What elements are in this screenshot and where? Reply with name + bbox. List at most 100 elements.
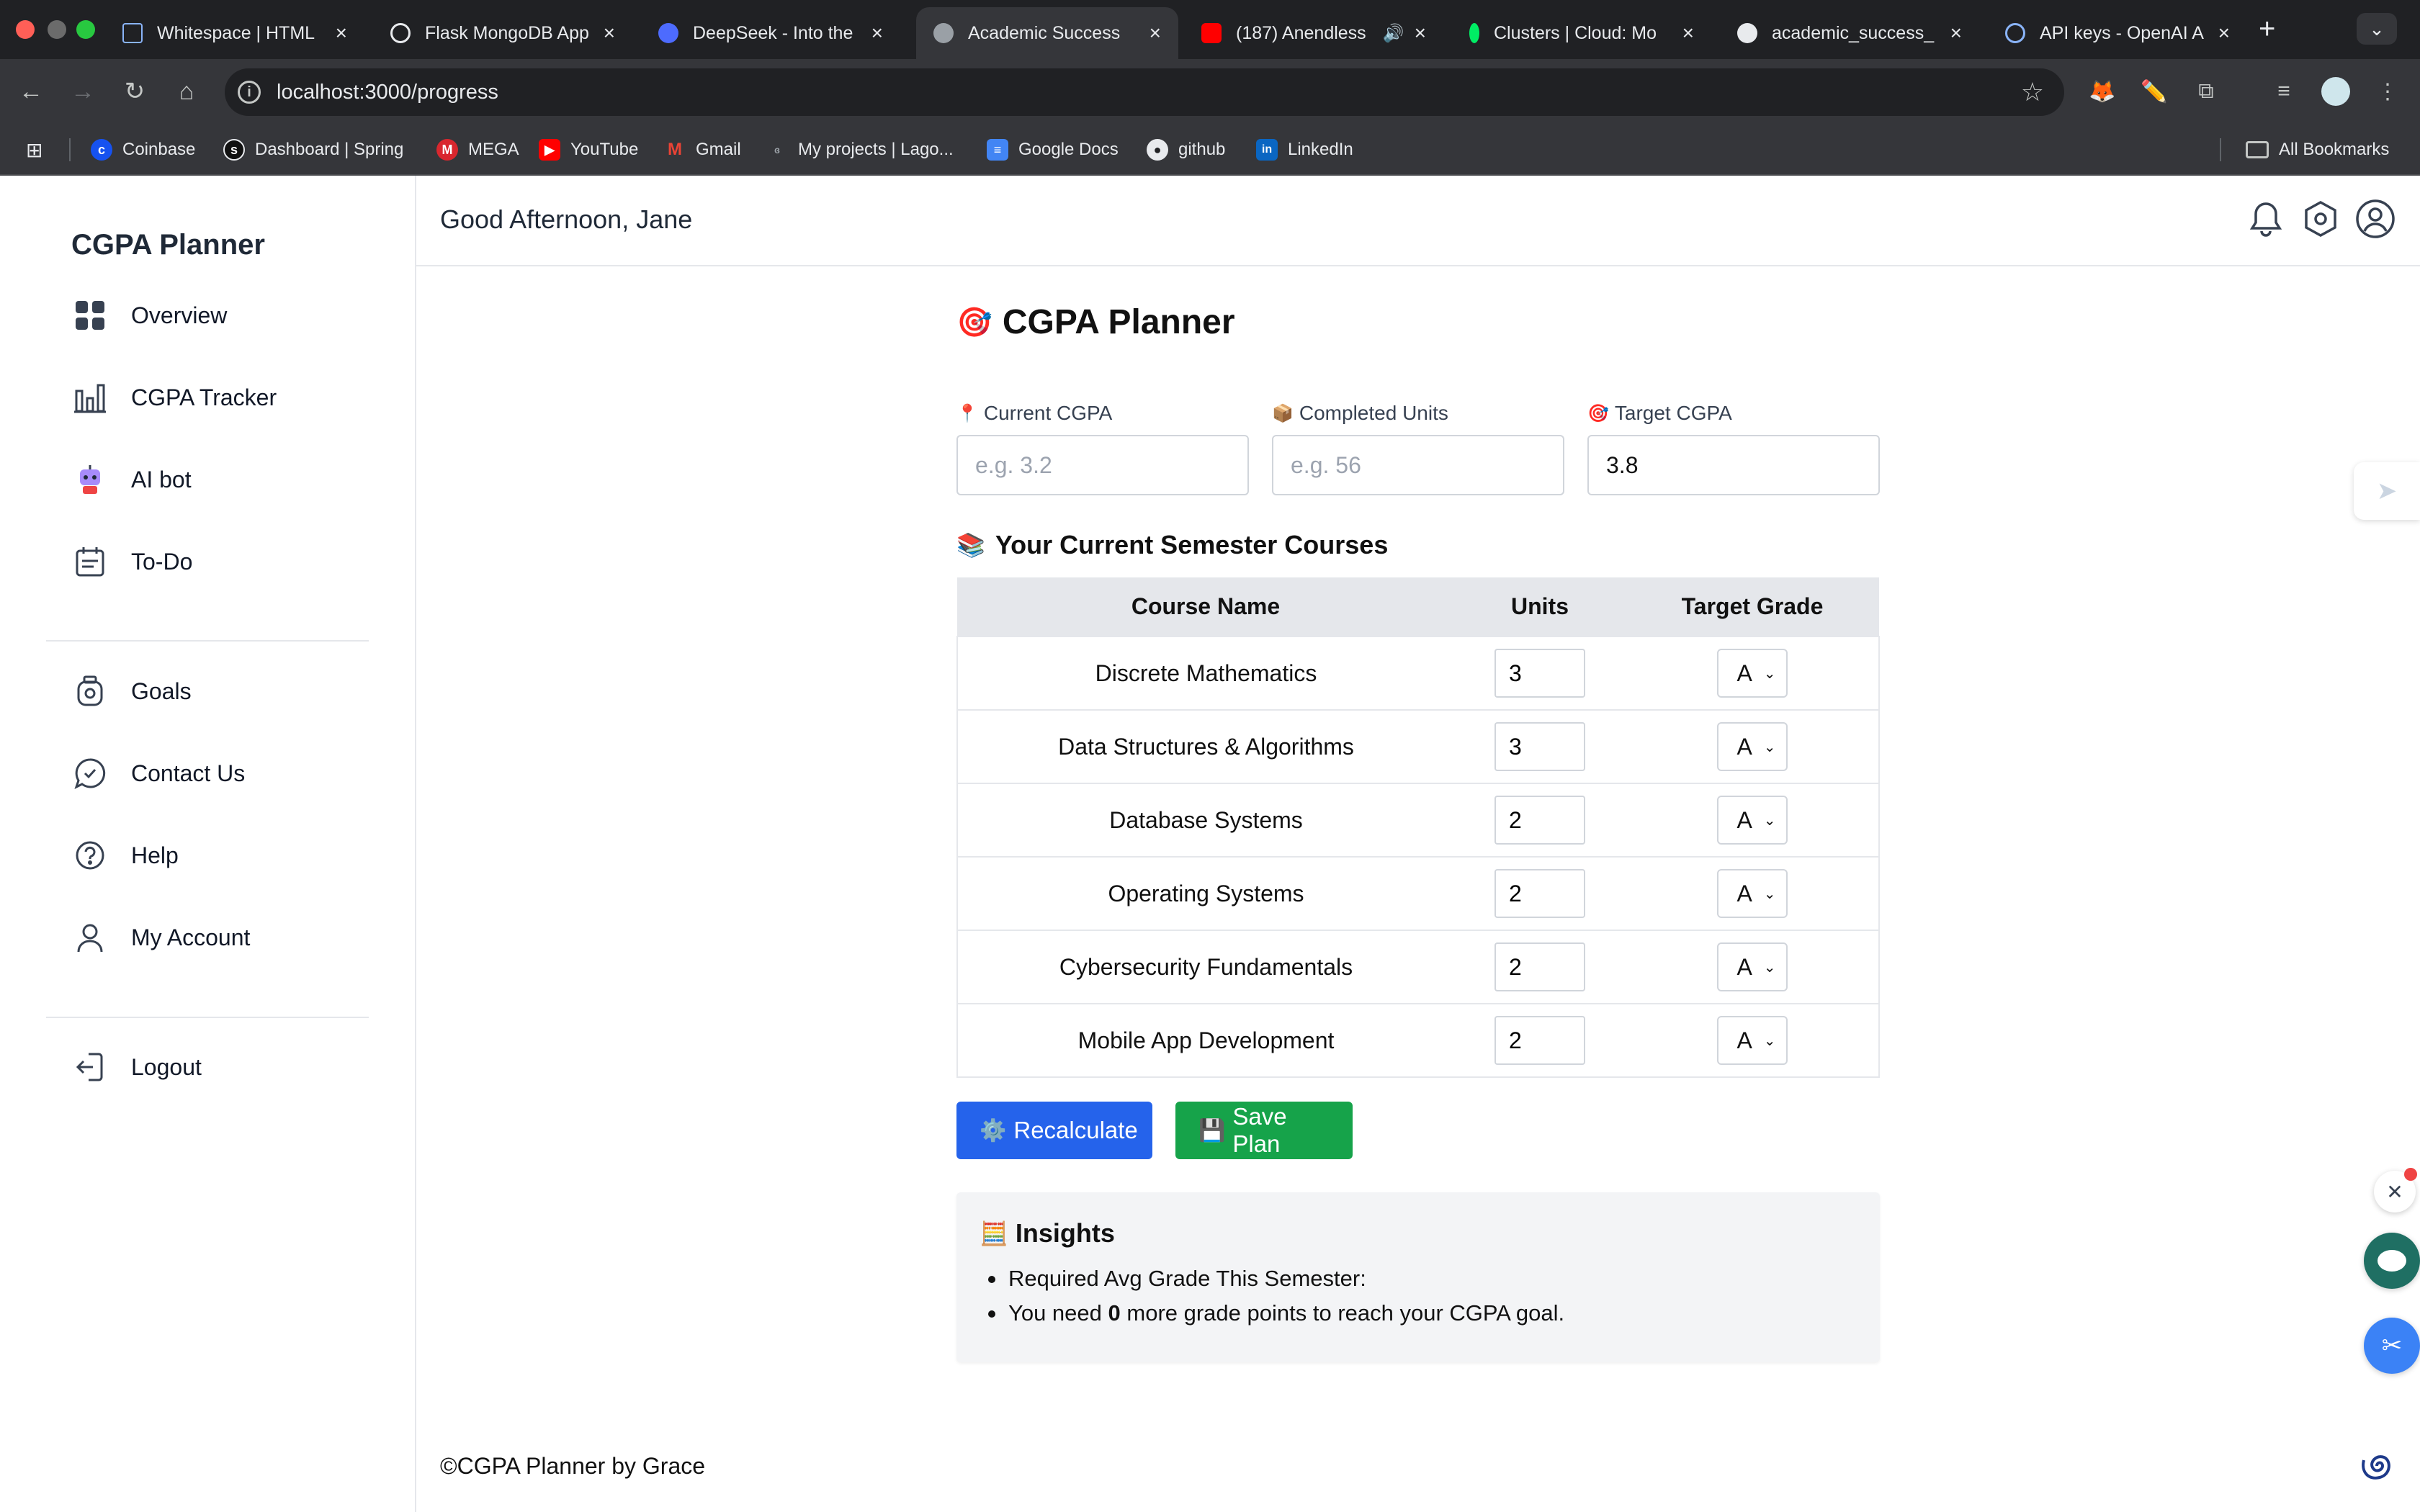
rocket-extension-tab[interactable]: ➤ (2354, 462, 2420, 520)
sidebar-item-my-account[interactable]: My Account (72, 916, 250, 959)
units-input[interactable] (1494, 942, 1585, 991)
pencil-extension-icon[interactable]: ✏️ (2138, 75, 2171, 108)
bookmark-lago[interactable]: ɞ My projects | Lago... (766, 137, 954, 163)
sidebar-item-to-do[interactable]: To-Do (72, 540, 192, 583)
units-input[interactable] (1494, 722, 1585, 771)
sidebar-item-overview[interactable]: Overview (72, 294, 227, 337)
sidebar-item-logout[interactable]: Logout (72, 1045, 202, 1089)
course-name: Discrete Mathematics (956, 636, 1454, 710)
spiral-logo-icon[interactable] (2355, 1444, 2398, 1488)
tab-title: DeepSeek - Into the (693, 22, 853, 43)
browser-tab-active[interactable]: Academic Success × (916, 7, 1178, 59)
extensions-puzzle-icon[interactable]: ⧉ (2190, 75, 2223, 108)
browser-tab[interactable]: DeepSeek - Into the × (641, 7, 900, 59)
grade-select[interactable]: A ⌄ (1716, 722, 1788, 771)
apps-grid-icon[interactable]: ⊞ (26, 137, 42, 163)
sidebar-item-help[interactable]: Help (72, 834, 179, 877)
insight-required-avg-grade: Required Avg Grade This Semester: (980, 1261, 1857, 1296)
bookmark-coinbase[interactable]: c Coinbase (91, 137, 195, 163)
sidebar-item-label: My Account (131, 924, 251, 950)
url-text[interactable]: localhost:3000/progress (277, 81, 498, 104)
grade-select[interactable]: A ⌄ (1716, 796, 1788, 845)
close-x-extension-icon[interactable]: ✕ (2374, 1168, 2417, 1212)
close-icon[interactable]: × (2218, 22, 2230, 45)
site-info-icon[interactable]: i (238, 81, 261, 104)
settings-icon[interactable] (2299, 197, 2342, 240)
grade-select[interactable]: A ⌄ (1716, 649, 1788, 698)
sidebar-item-ai-bot[interactable]: AI bot (72, 458, 192, 501)
units-input[interactable] (1494, 869, 1585, 918)
bookmark-linkedin[interactable]: in LinkedIn (1256, 137, 1353, 163)
floppy-disk-icon: 💾 (1198, 1118, 1226, 1143)
bookmark-dashboard-spring[interactable]: s Dashboard | Spring (223, 137, 403, 163)
grade-select[interactable]: A ⌄ (1716, 1016, 1788, 1065)
bookmark-star-icon[interactable]: ☆ (2021, 77, 2044, 107)
bookmark-github[interactable]: ● github (1147, 137, 1225, 163)
current-cgpa-label: 📍 Current CGPA (956, 399, 1249, 428)
user-icon (72, 919, 108, 955)
close-icon[interactable]: × (1682, 22, 1694, 45)
browser-tab[interactable]: Whitespace | HTML × (105, 7, 364, 59)
github-icon: ● (1147, 139, 1168, 161)
close-icon[interactable]: × (871, 22, 883, 45)
close-icon[interactable]: × (604, 22, 615, 45)
close-icon[interactable]: × (1415, 22, 1426, 45)
window-close-button[interactable] (16, 20, 35, 39)
browser-tab[interactable]: (187) Anendless 🔊 × (1184, 7, 1443, 59)
bookmark-mega[interactable]: M MEGA (436, 137, 519, 163)
units-input[interactable] (1494, 649, 1585, 698)
grade-cell: A ⌄ (1626, 930, 1880, 1004)
window-maximize-button[interactable] (76, 20, 95, 39)
sidebar-item-cgpa-tracker[interactable]: CGPA Tracker (72, 376, 277, 419)
window-minimize-button[interactable] (48, 20, 66, 39)
tab-search-chevron-icon[interactable]: ⌄ (2357, 13, 2397, 45)
sidebar-item-contact-us[interactable]: Contact Us (72, 752, 245, 795)
target-cgpa-input[interactable] (1587, 435, 1880, 495)
back-arrow-icon[interactable]: ← (14, 75, 48, 108)
target-cgpa-field: 🎯 Target CGPA (1587, 399, 1880, 495)
reading-list-icon[interactable]: ≡ (2267, 75, 2300, 108)
units-input[interactable] (1494, 796, 1585, 845)
sidebar-brand: CGPA Planner (71, 229, 265, 261)
courses-section-title: 📚 Your Current Semester Courses (956, 530, 1388, 560)
metamask-fox-icon[interactable]: 🦊 (2086, 75, 2119, 108)
browser-tab[interactable]: API keys - OpenAI A × (1988, 7, 2247, 59)
table-row: Cybersecurity Fundamentals A⌄ (956, 930, 1880, 1004)
close-icon[interactable]: × (1950, 22, 1962, 45)
bar-chart-icon (72, 379, 108, 415)
browser-tab[interactable]: Flask MongoDB App × (373, 7, 632, 59)
close-icon[interactable]: × (336, 22, 347, 45)
user-profile-icon[interactable] (2354, 197, 2397, 240)
bookmark-gmail[interactable]: M Gmail (664, 137, 741, 163)
browser-menu-icon[interactable]: ⋮ (2371, 75, 2404, 108)
bookmark-label: github (1178, 140, 1226, 159)
new-tab-button[interactable]: + (2259, 14, 2275, 43)
close-icon[interactable]: × (1150, 22, 1161, 45)
sidebar-item-goals[interactable]: Goals (72, 670, 192, 713)
bookmark-google-docs[interactable]: ≡ Google Docs (987, 137, 1119, 163)
browser-tab[interactable]: academic_success_ × (1720, 7, 1979, 59)
speaker-icon[interactable]: 🔊 (1383, 23, 1404, 44)
forward-arrow-icon[interactable]: → (66, 75, 99, 108)
page-title-text: CGPA Planner (1002, 303, 1235, 341)
save-plan-button[interactable]: 💾 Save Plan (1175, 1102, 1353, 1159)
grade-select[interactable]: A ⌄ (1716, 869, 1788, 918)
grade-value: A (1736, 733, 1752, 760)
bookmark-youtube[interactable]: ▶ YouTube (539, 137, 638, 163)
browser-tab[interactable]: Clusters | Cloud: Mo × (1452, 7, 1711, 59)
units-input[interactable] (1494, 1016, 1585, 1065)
bell-icon[interactable] (2244, 197, 2287, 240)
address-bar[interactable]: i localhost:3000/progress ☆ (225, 68, 2064, 116)
completed-units-input[interactable] (1272, 435, 1564, 495)
grade-select[interactable]: A ⌄ (1716, 942, 1788, 991)
sidebar-divider (46, 1017, 369, 1018)
all-bookmarks[interactable]: All Bookmarks (2246, 137, 2389, 163)
profile-avatar-icon[interactable] (2319, 75, 2352, 108)
owl-extension-icon[interactable] (2364, 1233, 2420, 1289)
home-icon[interactable]: ⌂ (170, 75, 203, 108)
recalculate-button[interactable]: ⚙️ Recalculate (956, 1102, 1152, 1159)
grade-cell: A ⌄ (1626, 783, 1880, 857)
scissors-extension-icon[interactable]: ✂ (2364, 1318, 2420, 1374)
reload-icon[interactable]: ↻ (118, 75, 151, 108)
current-cgpa-input[interactable] (956, 435, 1249, 495)
